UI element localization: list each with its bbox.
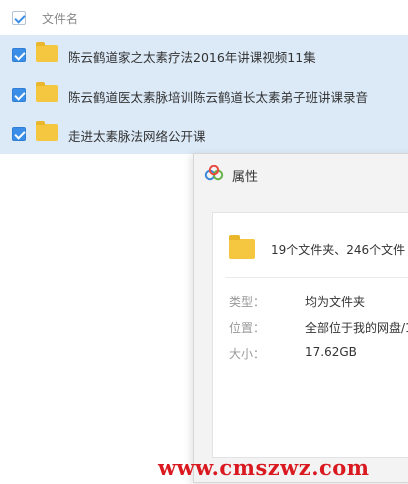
file-name[interactable]: 陈云鹤道家之太素疗法2016年讲课视频11集 bbox=[68, 47, 316, 66]
dialog-titlebar[interactable]: 属性 bbox=[194, 154, 408, 192]
divider bbox=[225, 277, 408, 278]
location-value: 全部位于我的网盘/1 bbox=[305, 321, 408, 335]
column-header-filename[interactable]: 文件名 bbox=[42, 10, 78, 27]
file-name[interactable]: 陈云鹤道医太素脉培训陈云鹤道长太素弟子班讲课录音 bbox=[68, 87, 368, 106]
size-value: 17.62GB bbox=[305, 345, 357, 359]
folder-icon bbox=[36, 121, 58, 141]
row-checkbox[interactable] bbox=[12, 127, 26, 141]
file-row[interactable]: 走进太素脉法网络公开课 bbox=[0, 114, 408, 154]
location-label: 位置： bbox=[229, 321, 266, 335]
file-name[interactable]: 走进太素脉法网络公开课 bbox=[68, 126, 206, 145]
properties-dialog: 属性 19个文件夹、246个文件 类型： 均为文件夹 位置： 全部位于我的网盘/… bbox=[193, 153, 408, 483]
type-label: 类型： bbox=[229, 295, 266, 309]
folder-icon bbox=[36, 42, 58, 62]
site-watermark: www.cmszwz.com bbox=[158, 455, 370, 480]
selection-summary: 19个文件夹、246个文件 bbox=[271, 243, 406, 257]
row-checkbox[interactable] bbox=[12, 88, 26, 102]
type-value: 均为文件夹 bbox=[305, 295, 366, 309]
size-label: 大小： bbox=[229, 347, 266, 361]
file-row[interactable]: 陈云鹤道医太素脉培训陈云鹤道长太素弟子班讲课录音 bbox=[0, 75, 408, 115]
folder-icon bbox=[36, 82, 58, 102]
folder-icon bbox=[229, 235, 255, 259]
dialog-content: 19个文件夹、246个文件 类型： 均为文件夹 位置： 全部位于我的网盘/1 大… bbox=[212, 212, 408, 458]
dialog-title: 属性 bbox=[232, 170, 259, 185]
row-checkbox[interactable] bbox=[12, 48, 26, 62]
baidu-netdisk-logo-icon bbox=[204, 165, 224, 181]
select-all-checkbox[interactable] bbox=[12, 11, 26, 25]
file-list-header: 文件名 bbox=[0, 0, 408, 36]
file-row[interactable]: 陈云鹤道家之太素疗法2016年讲课视频11集 bbox=[0, 35, 408, 75]
